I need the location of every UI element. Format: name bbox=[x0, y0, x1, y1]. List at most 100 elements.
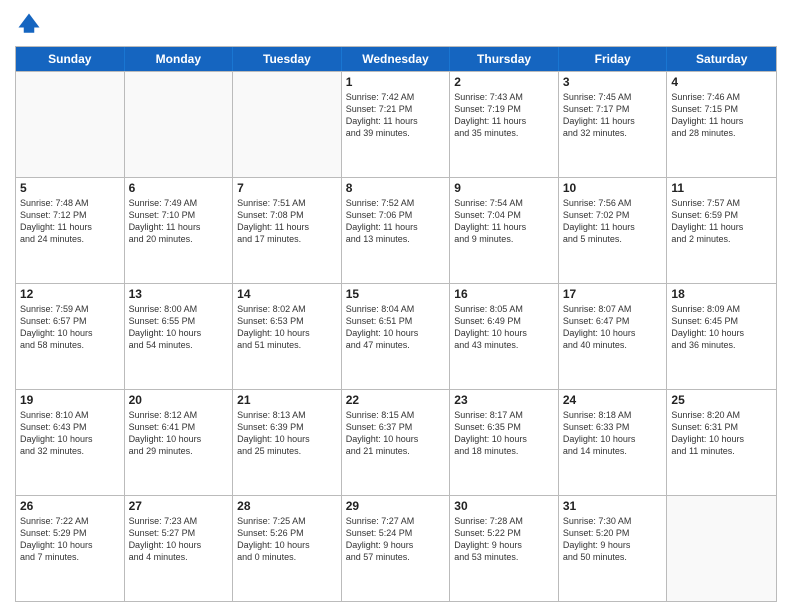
day-info: Sunrise: 7:22 AM Sunset: 5:29 PM Dayligh… bbox=[20, 515, 120, 564]
day-cell-8: 8 Sunrise: 7:52 AM Sunset: 7:06 PM Daylig… bbox=[342, 178, 451, 283]
day-cell-13: 13 Sunrise: 8:00 AM Sunset: 6:55 PM Dayli… bbox=[125, 284, 234, 389]
day-cell-16: 16 Sunrise: 8:05 AM Sunset: 6:49 PM Dayli… bbox=[450, 284, 559, 389]
day-number: 28 bbox=[237, 499, 337, 513]
day-cell-3: 3Sunrise: 7:45 AM Sunset: 7:17 PM Daylig… bbox=[559, 72, 668, 177]
day-info: Sunrise: 7:52 AM Sunset: 7:06 PM Dayligh… bbox=[346, 197, 446, 246]
day-info: Sunrise: 7:59 AM Sunset: 6:57 PM Dayligh… bbox=[20, 303, 120, 352]
day-number: 15 bbox=[346, 287, 446, 301]
day-info: Sunrise: 8:05 AM Sunset: 6:49 PM Dayligh… bbox=[454, 303, 554, 352]
day-info: Sunrise: 8:20 AM Sunset: 6:31 PM Dayligh… bbox=[671, 409, 772, 458]
day-number: 13 bbox=[129, 287, 229, 301]
day-number: 30 bbox=[454, 499, 554, 513]
day-info: Sunrise: 7:45 AM Sunset: 7:17 PM Dayligh… bbox=[563, 91, 663, 140]
day-number: 9 bbox=[454, 181, 554, 195]
day-cell-25: 25Sunrise: 8:20 AM Sunset: 6:31 PM Dayli… bbox=[667, 390, 776, 495]
day-info: Sunrise: 8:17 AM Sunset: 6:35 PM Dayligh… bbox=[454, 409, 554, 458]
calendar-header: SundayMondayTuesdayWednesdayThursdayFrid… bbox=[16, 47, 776, 71]
page: SundayMondayTuesdayWednesdayThursdayFrid… bbox=[0, 0, 792, 612]
day-number: 22 bbox=[346, 393, 446, 407]
day-number: 20 bbox=[129, 393, 229, 407]
day-number: 17 bbox=[563, 287, 663, 301]
calendar-body: 1 Sunrise: 7:42 AM Sunset: 7:21 PM Daylig… bbox=[16, 71, 776, 601]
day-cell-28: 28Sunrise: 7:25 AM Sunset: 5:26 PM Dayli… bbox=[233, 496, 342, 601]
day-cell-11: 11Sunrise: 7:57 AM Sunset: 6:59 PM Dayli… bbox=[667, 178, 776, 283]
day-cell-9: 9 Sunrise: 7:54 AM Sunset: 7:04 PM Daylig… bbox=[450, 178, 559, 283]
day-number: 23 bbox=[454, 393, 554, 407]
day-number: 31 bbox=[563, 499, 663, 513]
day-number: 1 bbox=[346, 75, 446, 89]
day-info: Sunrise: 7:30 AM Sunset: 5:20 PM Dayligh… bbox=[563, 515, 663, 564]
day-info: Sunrise: 7:57 AM Sunset: 6:59 PM Dayligh… bbox=[671, 197, 772, 246]
day-info: Sunrise: 8:02 AM Sunset: 6:53 PM Dayligh… bbox=[237, 303, 337, 352]
day-cell-23: 23 Sunrise: 8:17 AM Sunset: 6:35 PM Dayli… bbox=[450, 390, 559, 495]
day-info: Sunrise: 7:28 AM Sunset: 5:22 PM Dayligh… bbox=[454, 515, 554, 564]
day-info: Sunrise: 7:49 AM Sunset: 7:10 PM Dayligh… bbox=[129, 197, 229, 246]
day-cell-1: 1 Sunrise: 7:42 AM Sunset: 7:21 PM Daylig… bbox=[342, 72, 451, 177]
day-number: 8 bbox=[346, 181, 446, 195]
day-cell-6: 6Sunrise: 7:49 AM Sunset: 7:10 PM Daylig… bbox=[125, 178, 234, 283]
logo-icon bbox=[15, 10, 43, 38]
day-cell-26: 26 Sunrise: 7:22 AM Sunset: 5:29 PM Dayli… bbox=[16, 496, 125, 601]
day-info: Sunrise: 7:27 AM Sunset: 5:24 PM Dayligh… bbox=[346, 515, 446, 564]
day-cell-empty-0-1 bbox=[125, 72, 234, 177]
day-number: 29 bbox=[346, 499, 446, 513]
day-cell-22: 22Sunrise: 8:15 AM Sunset: 6:37 PM Dayli… bbox=[342, 390, 451, 495]
calendar: SundayMondayTuesdayWednesdayThursdayFrid… bbox=[15, 46, 777, 602]
day-info: Sunrise: 8:13 AM Sunset: 6:39 PM Dayligh… bbox=[237, 409, 337, 458]
day-number: 4 bbox=[671, 75, 772, 89]
header-day-wednesday: Wednesday bbox=[342, 47, 451, 71]
header-day-thursday: Thursday bbox=[450, 47, 559, 71]
day-info: Sunrise: 7:48 AM Sunset: 7:12 PM Dayligh… bbox=[20, 197, 120, 246]
header-day-friday: Friday bbox=[559, 47, 668, 71]
header bbox=[15, 10, 777, 38]
day-cell-15: 15 Sunrise: 8:04 AM Sunset: 6:51 PM Dayli… bbox=[342, 284, 451, 389]
day-info: Sunrise: 7:56 AM Sunset: 7:02 PM Dayligh… bbox=[563, 197, 663, 246]
day-info: Sunrise: 8:18 AM Sunset: 6:33 PM Dayligh… bbox=[563, 409, 663, 458]
day-info: Sunrise: 7:42 AM Sunset: 7:21 PM Dayligh… bbox=[346, 91, 446, 140]
day-cell-18: 18Sunrise: 8:09 AM Sunset: 6:45 PM Dayli… bbox=[667, 284, 776, 389]
day-info: Sunrise: 8:09 AM Sunset: 6:45 PM Dayligh… bbox=[671, 303, 772, 352]
day-cell-20: 20 Sunrise: 8:12 AM Sunset: 6:41 PM Dayli… bbox=[125, 390, 234, 495]
day-info: Sunrise: 8:07 AM Sunset: 6:47 PM Dayligh… bbox=[563, 303, 663, 352]
day-cell-4: 4Sunrise: 7:46 AM Sunset: 7:15 PM Daylig… bbox=[667, 72, 776, 177]
day-info: Sunrise: 8:10 AM Sunset: 6:43 PM Dayligh… bbox=[20, 409, 120, 458]
day-number: 2 bbox=[454, 75, 554, 89]
header-day-monday: Monday bbox=[125, 47, 234, 71]
day-cell-5: 5 Sunrise: 7:48 AM Sunset: 7:12 PM Daylig… bbox=[16, 178, 125, 283]
day-number: 14 bbox=[237, 287, 337, 301]
header-day-sunday: Sunday bbox=[16, 47, 125, 71]
day-number: 26 bbox=[20, 499, 120, 513]
day-info: Sunrise: 8:12 AM Sunset: 6:41 PM Dayligh… bbox=[129, 409, 229, 458]
day-number: 16 bbox=[454, 287, 554, 301]
calendar-row-2: 12 Sunrise: 7:59 AM Sunset: 6:57 PM Dayli… bbox=[16, 283, 776, 389]
day-info: Sunrise: 8:00 AM Sunset: 6:55 PM Dayligh… bbox=[129, 303, 229, 352]
day-number: 21 bbox=[237, 393, 337, 407]
day-number: 19 bbox=[20, 393, 120, 407]
day-number: 27 bbox=[129, 499, 229, 513]
day-cell-17: 17 Sunrise: 8:07 AM Sunset: 6:47 PM Dayli… bbox=[559, 284, 668, 389]
calendar-row-1: 5 Sunrise: 7:48 AM Sunset: 7:12 PM Daylig… bbox=[16, 177, 776, 283]
day-cell-24: 24Sunrise: 8:18 AM Sunset: 6:33 PM Dayli… bbox=[559, 390, 668, 495]
day-cell-empty-0-2 bbox=[233, 72, 342, 177]
day-info: Sunrise: 7:43 AM Sunset: 7:19 PM Dayligh… bbox=[454, 91, 554, 140]
day-cell-12: 12 Sunrise: 7:59 AM Sunset: 6:57 PM Dayli… bbox=[16, 284, 125, 389]
logo bbox=[15, 10, 47, 38]
calendar-row-3: 19 Sunrise: 8:10 AM Sunset: 6:43 PM Dayli… bbox=[16, 389, 776, 495]
day-info: Sunrise: 7:54 AM Sunset: 7:04 PM Dayligh… bbox=[454, 197, 554, 246]
day-cell-empty-4-6 bbox=[667, 496, 776, 601]
day-cell-empty-0-0 bbox=[16, 72, 125, 177]
day-number: 12 bbox=[20, 287, 120, 301]
day-number: 10 bbox=[563, 181, 663, 195]
day-cell-14: 14 Sunrise: 8:02 AM Sunset: 6:53 PM Dayli… bbox=[233, 284, 342, 389]
day-cell-31: 31 Sunrise: 7:30 AM Sunset: 5:20 PM Dayli… bbox=[559, 496, 668, 601]
day-number: 7 bbox=[237, 181, 337, 195]
day-info: Sunrise: 8:04 AM Sunset: 6:51 PM Dayligh… bbox=[346, 303, 446, 352]
day-number: 5 bbox=[20, 181, 120, 195]
day-cell-29: 29 Sunrise: 7:27 AM Sunset: 5:24 PM Dayli… bbox=[342, 496, 451, 601]
calendar-row-0: 1 Sunrise: 7:42 AM Sunset: 7:21 PM Daylig… bbox=[16, 71, 776, 177]
day-cell-2: 2 Sunrise: 7:43 AM Sunset: 7:19 PM Daylig… bbox=[450, 72, 559, 177]
day-info: Sunrise: 7:23 AM Sunset: 5:27 PM Dayligh… bbox=[129, 515, 229, 564]
day-cell-21: 21 Sunrise: 8:13 AM Sunset: 6:39 PM Dayli… bbox=[233, 390, 342, 495]
header-day-tuesday: Tuesday bbox=[233, 47, 342, 71]
day-cell-27: 27 Sunrise: 7:23 AM Sunset: 5:27 PM Dayli… bbox=[125, 496, 234, 601]
